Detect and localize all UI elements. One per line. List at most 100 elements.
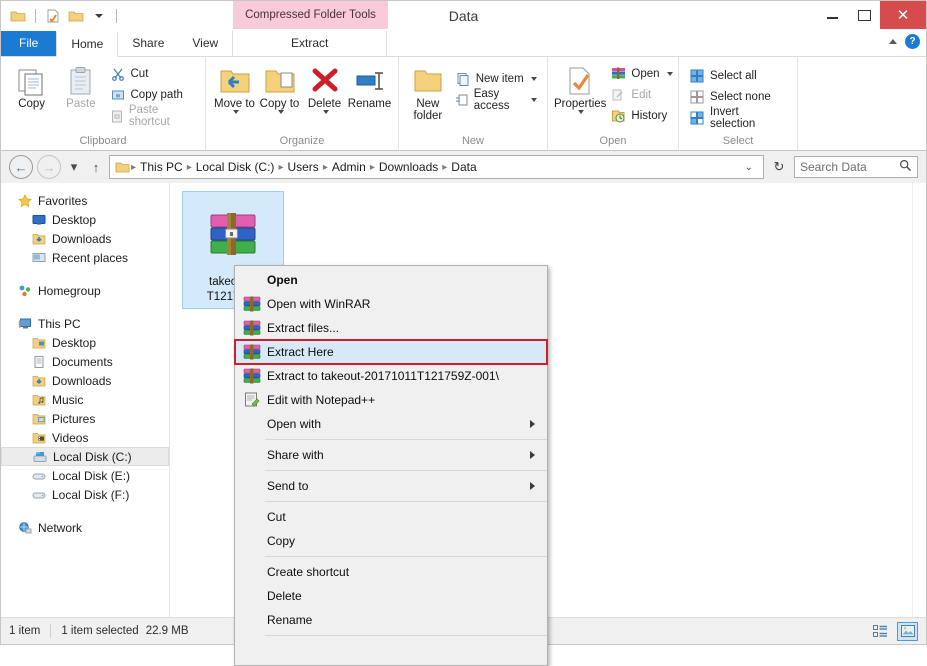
breadcrumb[interactable]: ▸ This PC ▸ Local Disk (C:) ▸ Users ▸ Ad…: [109, 155, 764, 179]
breadcrumb-item-users[interactable]: Users: [284, 160, 321, 174]
breadcrumb-item-local-disk-c[interactable]: Local Disk (C:): [193, 160, 278, 174]
sidebar-item-homegroup[interactable]: Homegroup: [1, 281, 169, 300]
sidebar-item-network[interactable]: Network: [1, 518, 169, 537]
refresh-button[interactable]: ↻: [768, 159, 790, 175]
context-menu-item-copy[interactable]: Copy: [235, 529, 547, 553]
sidebar-item-pictures[interactable]: Pictures: [1, 409, 169, 428]
open-button[interactable]: Open: [606, 64, 676, 83]
breadcrumb-separator: ▸: [441, 162, 448, 173]
minimize-button[interactable]: [816, 1, 848, 29]
invert-selection-button[interactable]: Invert selection: [685, 108, 791, 127]
paste-button[interactable]: Paste: [56, 61, 105, 110]
navigation-pane[interactable]: Favorites Desktop Downloads Recent place…: [1, 183, 170, 617]
sidebar-item-local-disk-c[interactable]: Local Disk (C:): [1, 447, 169, 466]
sidebar-item-desktop[interactable]: Desktop: [1, 210, 169, 229]
copy-button[interactable]: Copy: [7, 61, 56, 110]
properties-button[interactable]: Properties: [554, 61, 606, 114]
quick-access-toolbar[interactable]: [1, 1, 120, 31]
tab-file[interactable]: File: [1, 31, 56, 56]
help-icon[interactable]: ?: [905, 34, 920, 49]
folder-icon[interactable]: [9, 7, 27, 25]
move-to-button[interactable]: Move to: [212, 61, 257, 114]
sidebar-item-videos[interactable]: Videos: [1, 428, 169, 447]
sidebar-item-documents[interactable]: Documents: [1, 352, 169, 371]
new-folder-icon[interactable]: [67, 7, 85, 25]
search-input[interactable]: Search Data: [794, 156, 918, 178]
delete-button[interactable]: Delete: [302, 61, 347, 114]
breadcrumb-item-downloads[interactable]: Downloads: [376, 160, 441, 174]
vertical-scrollbar[interactable]: [912, 183, 926, 617]
tab-share[interactable]: Share: [118, 31, 178, 56]
new-item-button[interactable]: New item: [451, 69, 541, 88]
context-menu-item-cut[interactable]: Cut: [235, 505, 547, 529]
tab-extract[interactable]: Extract: [232, 31, 387, 56]
sidebar-item-local-disk-e[interactable]: Local Disk (E:): [1, 466, 169, 485]
paste-shortcut-button[interactable]: Paste shortcut: [106, 106, 200, 125]
copy-to-dropdown-icon[interactable]: [278, 110, 284, 114]
context-menu-item-extract-to-folder[interactable]: Extract to takeout-20171011T121759Z-001\: [235, 364, 547, 388]
copy-path-label: Copy path: [131, 89, 183, 101]
view-toggle-group[interactable]: [870, 622, 918, 641]
breadcrumb-item-this-pc[interactable]: This PC: [137, 160, 186, 174]
maximize-button[interactable]: [848, 1, 880, 29]
select-none-button[interactable]: Select none: [685, 87, 791, 106]
copy-path-button[interactable]: w Copy path: [106, 85, 200, 104]
close-button[interactable]: ✕: [880, 1, 926, 29]
context-menu-item-rename[interactable]: Rename: [235, 608, 547, 632]
context-menu[interactable]: Open Open with WinRAR Extract files... E…: [234, 265, 548, 666]
sidebar-item-local-disk-f[interactable]: Local Disk (F:): [1, 485, 169, 504]
recent-locations-button[interactable]: ▾: [65, 156, 83, 178]
copy-to-button[interactable]: Copy to: [257, 61, 302, 114]
forward-button[interactable]: →: [37, 155, 61, 179]
sidebar-item-favorites[interactable]: Favorites: [1, 191, 169, 210]
context-menu-item-open[interactable]: Open: [235, 268, 547, 292]
window-controls[interactable]: ✕: [816, 1, 926, 29]
delete-dropdown-icon[interactable]: [323, 110, 329, 114]
easy-access-button[interactable]: Easy access: [451, 90, 541, 109]
context-menu-item-edit-with-notepadpp[interactable]: Edit with Notepad++: [235, 388, 547, 412]
context-menu-item-send-to[interactable]: Send to: [235, 474, 547, 498]
sidebar-item-this-pc[interactable]: This PC: [1, 314, 169, 333]
context-menu-item-properties[interactable]: [235, 639, 547, 663]
breadcrumb-separator: ▸: [186, 162, 193, 173]
context-menu-item-extract-here[interactable]: Extract Here: [235, 340, 547, 364]
tab-home[interactable]: Home: [56, 32, 118, 57]
properties-icon[interactable]: [44, 7, 62, 25]
properties-dropdown-icon[interactable]: [578, 110, 584, 114]
breadcrumb-item-admin[interactable]: Admin: [329, 160, 369, 174]
ribbon-tab-bar[interactable]: File Home Share View Extract ?: [1, 31, 926, 57]
ribbon-controls[interactable]: ?: [889, 34, 920, 49]
easy-access-dropdown-icon[interactable]: [531, 98, 537, 102]
edit-button[interactable]: Edit: [606, 85, 676, 104]
back-button[interactable]: ←: [9, 155, 33, 179]
cut-button[interactable]: Cut: [106, 64, 200, 83]
sidebar-item-pc-desktop[interactable]: Desktop: [1, 333, 169, 352]
select-all-button[interactable]: Select all: [685, 66, 791, 85]
context-menu-item-open-with[interactable]: Open with: [235, 412, 547, 436]
open-dropdown-icon[interactable]: [667, 72, 673, 76]
collapse-ribbon-icon[interactable]: [889, 39, 897, 44]
sidebar-item-recent-places[interactable]: Recent places: [1, 248, 169, 267]
context-menu-item-create-shortcut[interactable]: Create shortcut: [235, 560, 547, 584]
new-item-dropdown-icon[interactable]: [531, 77, 537, 81]
sidebar-item-downloads[interactable]: Downloads: [1, 229, 169, 248]
details-view-button[interactable]: [870, 622, 891, 641]
customize-dropdown-icon[interactable]: [90, 7, 108, 25]
large-icons-view-button[interactable]: [897, 622, 918, 641]
context-menu-item-open-with-winrar[interactable]: Open with WinRAR: [235, 292, 547, 316]
sidebar-item-music[interactable]: Music: [1, 390, 169, 409]
breadcrumb-dropdown-icon[interactable]: ⌄: [739, 162, 759, 173]
up-button[interactable]: ↑: [87, 156, 105, 178]
tab-view[interactable]: View: [178, 31, 232, 56]
rename-button[interactable]: Rename: [347, 61, 392, 110]
easy-access-label: Easy access: [474, 88, 524, 112]
breadcrumb-item-data[interactable]: Data: [448, 160, 479, 174]
new-folder-button[interactable]: New folder: [405, 61, 451, 122]
context-menu-item-delete[interactable]: Delete: [235, 584, 547, 608]
videos-folder-icon: [31, 430, 47, 446]
move-to-dropdown-icon[interactable]: [233, 110, 239, 114]
context-menu-item-extract-files[interactable]: Extract files...: [235, 316, 547, 340]
sidebar-item-pc-downloads[interactable]: Downloads: [1, 371, 169, 390]
context-menu-item-share-with[interactable]: Share with: [235, 443, 547, 467]
history-button[interactable]: History: [606, 106, 676, 125]
